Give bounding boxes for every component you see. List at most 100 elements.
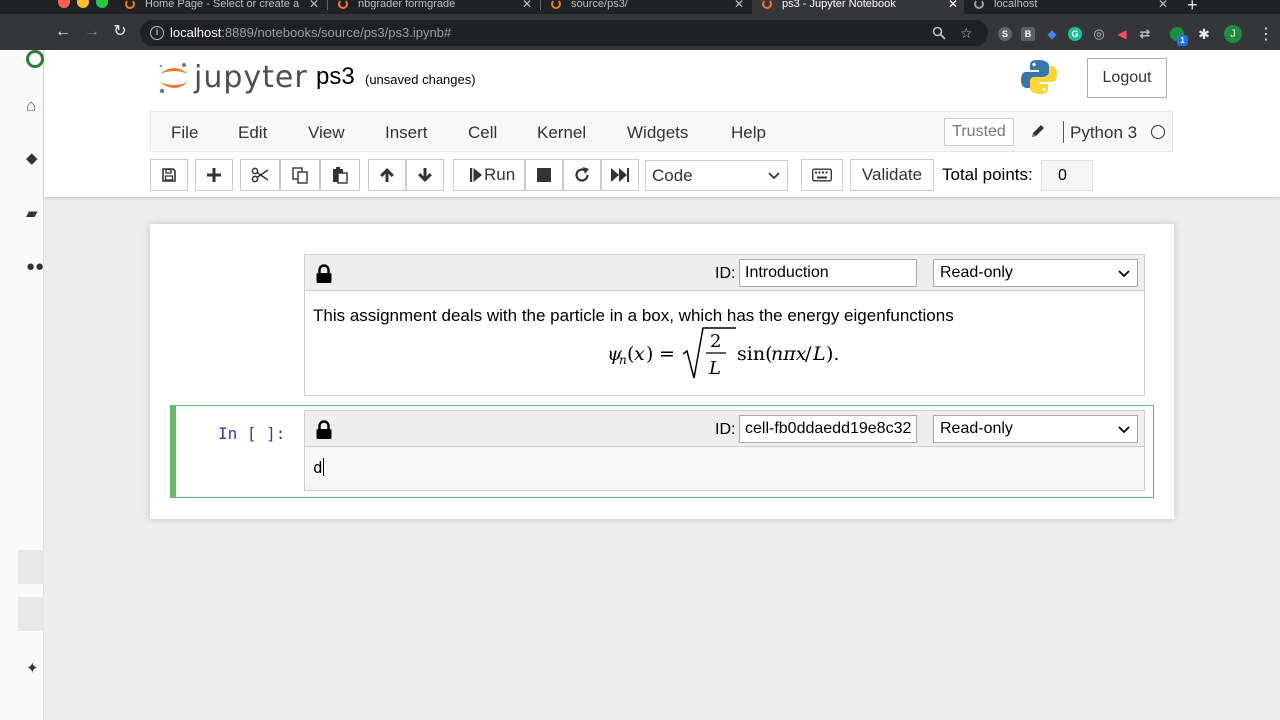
- zoom-search-icon[interactable]: [932, 26, 946, 40]
- pencil-icon[interactable]: [1029, 122, 1047, 140]
- bookmark-star-icon[interactable]: ☆: [960, 25, 973, 41]
- arrow-up-icon: [380, 168, 394, 182]
- jupyter-logo[interactable]: jupyter: [156, 60, 307, 96]
- home-icon[interactable]: ⌂: [26, 97, 44, 115]
- cell-mode-value: Read-only: [940, 420, 1013, 437]
- tab-close-icon[interactable]: ✕: [734, 0, 744, 14]
- stop-icon: [537, 168, 551, 182]
- browser-tab-home[interactable]: Home Page - Select or create a ✕: [115, 0, 325, 14]
- code-editor[interactable]: d: [305, 448, 1144, 485]
- tab-close-icon[interactable]: ✕: [522, 0, 532, 14]
- kernel-name: Python 3: [1070, 123, 1138, 142]
- step-forward-icon: [470, 168, 482, 182]
- keyboard-icon: [812, 168, 832, 182]
- markdown-cell[interactable]: ID: Introduction Read-only This assignme…: [304, 254, 1145, 396]
- browser-menu-icon[interactable]: ⋮: [1258, 24, 1274, 44]
- run-button[interactable]: Run: [453, 159, 525, 191]
- forward-arrow-icon[interactable]: →: [83, 23, 101, 41]
- notebook-container: ID: Introduction Read-only This assignme…: [150, 224, 1174, 519]
- move-up-button[interactable]: [368, 159, 406, 191]
- window-close-dot[interactable]: [58, 0, 70, 8]
- cell-id-input[interactable]: cell-fb0ddaedd19e8c32: [739, 415, 917, 443]
- logout-button[interactable]: Logout: [1087, 58, 1167, 98]
- text-cursor: [322, 458, 324, 476]
- cell-id-input[interactable]: Introduction: [739, 259, 917, 287]
- extension-shield-icon[interactable]: ◆: [1045, 27, 1059, 41]
- restart-run-all-button[interactable]: [601, 159, 639, 191]
- site-info-icon[interactable]: i: [150, 26, 164, 40]
- twitter-icon[interactable]: ✦: [26, 660, 44, 678]
- chevron-down-icon: [768, 172, 780, 180]
- extensions-puzzle-icon[interactable]: ✱: [1197, 27, 1211, 41]
- extension-arrow-icon[interactable]: ⇄: [1138, 27, 1152, 41]
- menu-edit[interactable]: Edit: [238, 123, 267, 143]
- kernel-separator: [1063, 121, 1064, 143]
- tab-close-icon[interactable]: ✕: [948, 0, 958, 14]
- extension-s-icon[interactable]: S: [998, 27, 1012, 41]
- new-tab-button[interactable]: +: [1187, 0, 1198, 14]
- insert-cell-button[interactable]: [195, 159, 233, 191]
- cell-mode-value: Read-only: [940, 264, 1013, 281]
- extension-b-icon[interactable]: B: [1021, 27, 1035, 41]
- restart-icon: [575, 167, 589, 182]
- code-cell-selected[interactable]: In [ ]: ID: cell-fb0ddaedd19e8c32 Read-o…: [170, 405, 1154, 498]
- cell-mode-select[interactable]: Read-only: [933, 259, 1138, 287]
- menu-cell[interactable]: Cell: [468, 123, 497, 143]
- profile-avatar[interactable]: J: [1224, 25, 1242, 43]
- extension-tag-icon[interactable]: ◀: [1115, 27, 1129, 41]
- validate-button[interactable]: Validate: [850, 159, 934, 191]
- nbgrader-cell-toolbar: ID: cell-fb0ddaedd19e8c32 Read-only: [305, 411, 1144, 447]
- move-down-button[interactable]: [406, 159, 444, 191]
- browser-tab-notebook[interactable]: ps3 - Jupyter Notebook ✕: [752, 0, 964, 14]
- interrupt-button[interactable]: [525, 159, 563, 191]
- users-icon[interactable]: ●●: [26, 258, 44, 276]
- panel-block: [18, 550, 44, 584]
- notebook-title[interactable]: ps3: [316, 63, 355, 91]
- cube-icon[interactable]: ◆: [26, 150, 44, 168]
- svg-text:nπx: nπx: [771, 343, 807, 365]
- menu-insert[interactable]: Insert: [385, 123, 428, 143]
- back-arrow-icon[interactable]: ←: [54, 23, 72, 41]
- jupyter-header: jupyter ps3 (unsaved changes) Logout Fil…: [44, 50, 1280, 197]
- svg-text:sin(: sin(: [737, 343, 772, 365]
- reload-icon[interactable]: ↻: [111, 23, 129, 41]
- cell-mode-select[interactable]: Read-only: [933, 415, 1138, 443]
- browser-tab-localhost[interactable]: localhost ✕: [964, 0, 1174, 14]
- window-minimize-dot[interactable]: [77, 0, 89, 8]
- menu-help[interactable]: Help: [731, 123, 766, 143]
- svg-text:=: =: [659, 343, 675, 365]
- url-text[interactable]: localhost:8889/notebooks/source/ps3/ps3.…: [170, 25, 451, 40]
- paste-button[interactable]: [320, 159, 360, 191]
- cell-type-select[interactable]: Code: [645, 160, 788, 191]
- menu-file[interactable]: File: [171, 123, 198, 143]
- menu-kernel[interactable]: Kernel: [537, 123, 586, 143]
- cut-button[interactable]: [240, 159, 280, 191]
- markdown-text: This assignment deals with the particle …: [313, 306, 954, 325]
- extension-target-icon[interactable]: ◎: [1092, 27, 1106, 41]
- window-zoom-dot[interactable]: [96, 0, 108, 8]
- keyboard-shortcuts-button[interactable]: [801, 159, 843, 191]
- address-bar[interactable]: i localhost:8889/notebooks/source/ps3/ps…: [140, 20, 988, 46]
- svg-text:n: n: [619, 353, 627, 367]
- markdown-rendered: This assignment deals with the particle …: [305, 292, 1144, 395]
- menu-view[interactable]: View: [308, 123, 345, 143]
- jupyter-favicon-icon: [551, 0, 561, 9]
- book-icon[interactable]: ▰: [26, 205, 44, 223]
- code-cell-area[interactable]: ID: cell-fb0ddaedd19e8c32 Read-only d: [304, 410, 1145, 491]
- clipboard-icon: [333, 167, 348, 184]
- grammarly-icon[interactable]: G: [1068, 27, 1082, 41]
- restart-kernel-button[interactable]: [563, 159, 601, 191]
- tab-close-icon[interactable]: ✕: [309, 0, 319, 14]
- browser-tab-source[interactable]: source/ps3/ ✕: [541, 0, 750, 14]
- browser-tab-formgrade[interactable]: nbgrader formgrade ✕: [328, 0, 538, 14]
- save-button[interactable]: [150, 159, 188, 191]
- tab-close-icon[interactable]: ✕: [1158, 0, 1168, 14]
- logo-icon: [26, 50, 44, 68]
- menu-widgets[interactable]: Widgets: [627, 123, 688, 143]
- copy-button[interactable]: [280, 159, 320, 191]
- code-line[interactable]: d: [313, 458, 324, 477]
- trusted-indicator[interactable]: Trusted: [944, 118, 1014, 146]
- total-points-label: Total points:: [942, 165, 1033, 184]
- background-app-sidebar: ⌂ ◆ ▰ ●● ✦: [0, 50, 44, 720]
- scissors-icon: [251, 167, 269, 183]
